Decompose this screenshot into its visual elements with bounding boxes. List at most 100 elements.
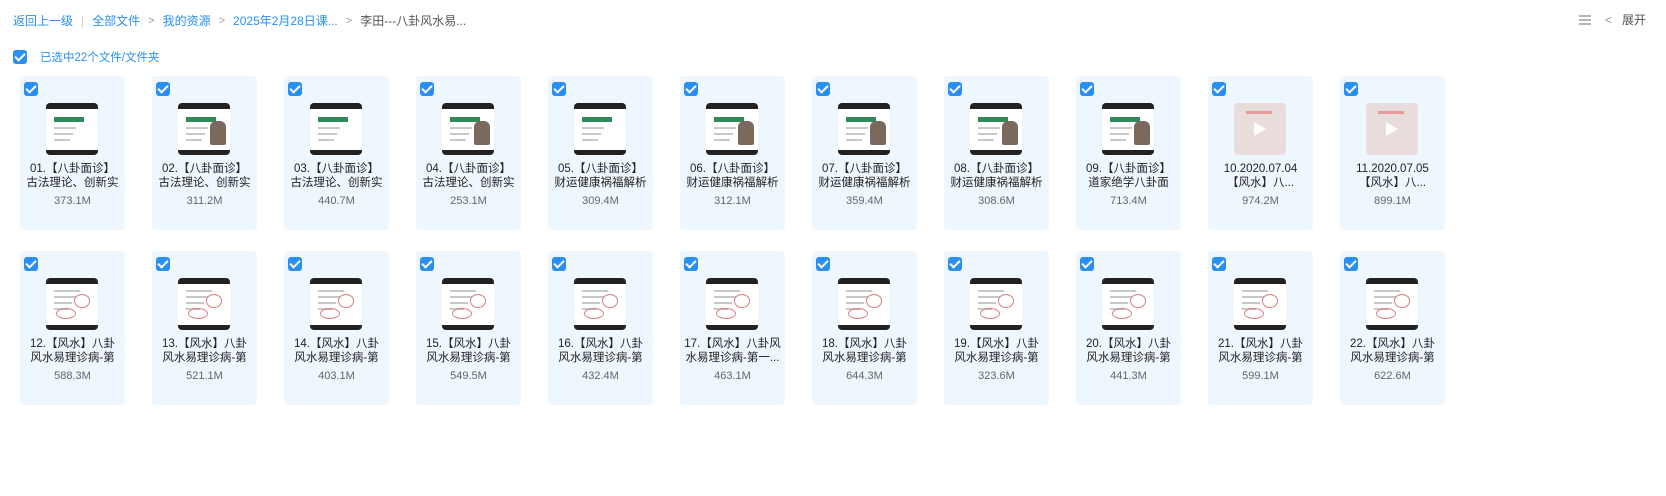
file-card[interactable]: 01.【八卦面诊】 古法理论、创新实 373.1M (20, 76, 125, 230)
breadcrumb-folder-date[interactable]: 2025年2月28日课... (233, 12, 338, 29)
file-size: 253.1M (450, 195, 487, 207)
file-name: 19.【风水】八卦 风水易理诊病-第 (948, 337, 1045, 365)
file-name-line-2: 财运健康祸福解析 (818, 177, 911, 189)
file-name-line-2: 风水易理诊病-第 (1218, 352, 1303, 364)
file-name: 09.【八卦面诊】 道家绝学八卦面 (1080, 162, 1177, 190)
file-checkbox[interactable] (1212, 257, 1226, 271)
file-card[interactable]: 04.【八卦面诊】 古法理论、创新实 253.1M (416, 76, 521, 230)
file-name-line-1: 08.【八卦面诊】 (954, 163, 1039, 175)
file-card[interactable]: 03.【八卦面诊】 古法理论、创新实 440.7M (284, 76, 389, 230)
file-checkbox[interactable] (552, 257, 566, 271)
file-name-line-2: 古法理论、创新实 (290, 177, 383, 189)
chevron-left-icon[interactable]: < (1605, 13, 1612, 27)
file-checkbox[interactable] (816, 257, 830, 271)
file-thumbnail (178, 103, 230, 155)
file-name: 10.2020.07.04 【风水】八... (1212, 162, 1309, 190)
file-name: 03.【八卦面诊】 古法理论、创新实 (288, 162, 385, 190)
back-link[interactable]: 返回上一级 (13, 12, 73, 29)
file-name-line-2: 风水易理诊病-第 (30, 352, 115, 364)
file-card[interactable]: 15.【风水】八卦 风水易理诊病-第 549.5M (416, 251, 521, 405)
file-thumbnail (442, 103, 494, 155)
file-thumbnail (1102, 278, 1154, 330)
file-name-line-2: 财运健康祸福解析 (554, 177, 647, 189)
file-grid: 01.【八卦面诊】 古法理论、创新实 373.1M 02.【八卦面诊】 古法理论、创新实… (20, 76, 1445, 405)
file-checkbox[interactable] (1344, 257, 1358, 271)
file-name-line-2: 财运健康祸福解析 (950, 177, 1043, 189)
file-checkbox[interactable] (552, 82, 566, 96)
file-name: 02.【八卦面诊】 古法理论、创新实 (156, 162, 253, 190)
file-card[interactable]: 22.【风水】八卦 风水易理诊病-第 622.6M (1340, 251, 1445, 405)
file-name-line-2: 古法理论、创新实 (26, 177, 119, 189)
file-card[interactable]: 20.【风水】八卦 风水易理诊病-第 441.3M (1076, 251, 1181, 405)
file-checkbox[interactable] (1212, 82, 1226, 96)
file-checkbox[interactable] (420, 82, 434, 96)
file-thumbnail (970, 278, 1022, 330)
file-size: 432.4M (582, 370, 619, 382)
file-thumbnail (1102, 103, 1154, 155)
file-checkbox[interactable] (24, 257, 38, 271)
file-size: 403.1M (318, 370, 355, 382)
file-checkbox[interactable] (420, 257, 434, 271)
file-card[interactable]: 06.【八卦面诊】 财运健康祸福解析 312.1M (680, 76, 785, 230)
file-size: 463.1M (714, 370, 751, 382)
file-name-line-1: 14.【风水】八卦 (294, 338, 379, 350)
file-name: 13.【风水】八卦 风水易理诊病-第 (156, 337, 253, 365)
breadcrumb-my-resources[interactable]: 我的资源 (163, 12, 211, 29)
file-name-line-1: 17.【风水】八卦风 (684, 338, 781, 350)
select-all-checkbox[interactable] (13, 50, 27, 64)
file-size: 441.3M (1110, 370, 1147, 382)
file-checkbox[interactable] (156, 257, 170, 271)
file-size: 622.6M (1374, 370, 1411, 382)
chevron-right-icon: > (345, 14, 353, 27)
file-card[interactable]: 13.【风水】八卦 风水易理诊病-第 521.1M (152, 251, 257, 405)
file-checkbox[interactable] (288, 82, 302, 96)
file-name: 04.【八卦面诊】 古法理论、创新实 (420, 162, 517, 190)
file-checkbox[interactable] (1080, 82, 1094, 96)
file-thumbnail (838, 278, 890, 330)
file-card[interactable]: 02.【八卦面诊】 古法理论、创新实 311.2M (152, 76, 257, 230)
file-card[interactable]: 19.【风水】八卦 风水易理诊病-第 323.6M (944, 251, 1049, 405)
file-checkbox[interactable] (1080, 257, 1094, 271)
file-card[interactable]: 09.【八卦面诊】 道家绝学八卦面 713.4M (1076, 76, 1181, 230)
file-thumbnail (970, 103, 1022, 155)
file-card[interactable]: 14.【风水】八卦 风水易理诊病-第 403.1M (284, 251, 389, 405)
file-checkbox[interactable] (684, 257, 698, 271)
file-name-line-2: 道家绝学八卦面 (1088, 177, 1169, 189)
file-checkbox[interactable] (24, 82, 38, 96)
file-thumbnail (574, 103, 626, 155)
file-thumbnail (310, 278, 362, 330)
file-checkbox[interactable] (1344, 82, 1358, 96)
file-size: 440.7M (318, 195, 355, 207)
file-card[interactable]: 12.【风水】八卦 风水易理诊病-第 588.3M (20, 251, 125, 405)
file-card[interactable]: 07.【八卦面诊】 财运健康祸福解析 359.4M (812, 76, 917, 230)
file-checkbox[interactable] (156, 82, 170, 96)
file-size: 308.6M (978, 195, 1015, 207)
top-bar: 返回上一级 | 全部文件 > 我的资源 > 2025年2月28日课... > 李… (0, 0, 1666, 40)
file-card[interactable]: 16.【风水】八卦 风水易理诊病-第 432.4M (548, 251, 653, 405)
file-checkbox[interactable] (948, 257, 962, 271)
file-card[interactable]: 08.【八卦面诊】 财运健康祸福解析 308.6M (944, 76, 1049, 230)
file-name-line-2: 风水易理诊病-第 (558, 352, 643, 364)
file-card[interactable]: 11.2020.07.05 【风水】八... 899.1M (1340, 76, 1445, 230)
list-view-icon[interactable] (1578, 14, 1591, 26)
file-card[interactable]: 05.【八卦面诊】 财运健康祸福解析 309.4M (548, 76, 653, 230)
file-card[interactable]: 18.【风水】八卦 风水易理诊病-第 644.3M (812, 251, 917, 405)
file-checkbox[interactable] (684, 82, 698, 96)
expand-button[interactable]: 展开 (1622, 11, 1646, 28)
file-name-line-1: 02.【八卦面诊】 (162, 163, 247, 175)
file-name: 01.【八卦面诊】 古法理论、创新实 (24, 162, 121, 190)
breadcrumb: 返回上一级 | 全部文件 > 我的资源 > 2025年2月28日课... > 李… (13, 12, 466, 29)
file-name-line-2: 风水易理诊病-第 (822, 352, 907, 364)
file-checkbox[interactable] (948, 82, 962, 96)
file-name: 22.【风水】八卦 风水易理诊病-第 (1344, 337, 1441, 365)
file-name: 11.2020.07.05 【风水】八... (1344, 162, 1441, 190)
file-checkbox[interactable] (288, 257, 302, 271)
file-card[interactable]: 10.2020.07.04 【风水】八... 974.2M (1208, 76, 1313, 230)
breadcrumb-all-files[interactable]: 全部文件 (92, 12, 140, 29)
file-card[interactable]: 17.【风水】八卦风 水易理诊病-第一... 463.1M (680, 251, 785, 405)
file-name-line-1: 07.【八卦面诊】 (822, 163, 907, 175)
file-thumbnail (706, 103, 758, 155)
file-name-line-1: 01.【八卦面诊】 (30, 163, 115, 175)
file-checkbox[interactable] (816, 82, 830, 96)
file-card[interactable]: 21.【风水】八卦 风水易理诊病-第 599.1M (1208, 251, 1313, 405)
